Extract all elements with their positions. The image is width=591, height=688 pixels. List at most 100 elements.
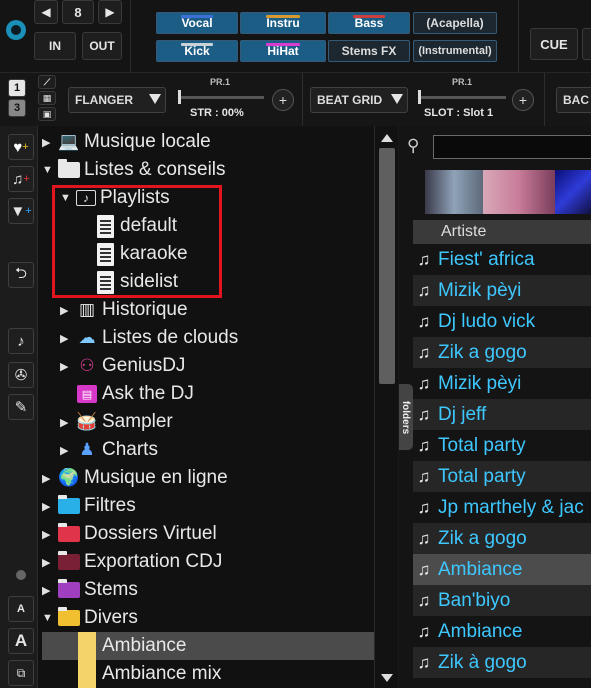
acapella-pad[interactable]: (Acapella) <box>413 12 497 34</box>
lock-icon[interactable]: ▣ <box>38 107 56 121</box>
window-icon[interactable]: ⧉ <box>8 660 34 686</box>
track-row[interactable]: ♫ Jp marthely & jac <box>413 492 591 523</box>
stem-vocal-pad[interactable]: Vocal <box>156 12 238 34</box>
stem-hihat-pad[interactable]: HiHat <box>240 40 326 62</box>
fx2-slider-thumb[interactable] <box>418 90 421 104</box>
eyedropper-icon[interactable]: ⟋ <box>38 75 56 89</box>
tree-item-listes-conseils[interactable]: ▼ Listes & conseils <box>42 156 226 184</box>
expand-arrow-icon[interactable]: ▶ <box>60 360 72 373</box>
tree-item-ask-the-dj[interactable]: ▤ Ask the DJ <box>60 380 194 408</box>
music-note-icon: ♫ <box>417 373 431 393</box>
fx2-select[interactable]: BEAT GRID <box>310 87 408 113</box>
fx3-select[interactable]: BAC <box>556 87 591 113</box>
font-large-icon[interactable]: A <box>8 628 34 654</box>
stems-fx-pad[interactable]: Stems FX <box>328 40 410 62</box>
scroll-thumb[interactable] <box>379 148 395 384</box>
stem-kick-pad[interactable]: Kick <box>156 40 238 62</box>
tree-item-filtres[interactable]: ▶ Filtres <box>42 492 136 520</box>
expand-arrow-icon[interactable]: ▶ <box>42 584 54 597</box>
expand-arrow-icon[interactable]: ▶ <box>42 472 54 485</box>
effects-row: 1 3 ⟋ ▦ ▣ FLANGER PR.1 STR : 00% + BEAT … <box>0 72 591 127</box>
tree-item-ambiance[interactable]: Ambiance <box>42 632 374 660</box>
loop-in-button[interactable]: IN <box>34 32 76 60</box>
tree-item-sampler[interactable]: ▶ 🥁 Sampler <box>60 408 173 436</box>
track-row[interactable]: ♫ Zik à gogo <box>413 647 591 678</box>
music-note-icon: ♫ <box>417 528 431 548</box>
loop-out-button[interactable]: OUT <box>82 32 122 60</box>
tree-scrollbar[interactable] <box>374 126 398 688</box>
deck-3-select[interactable]: 3 <box>8 99 26 117</box>
cover-thumbnail[interactable] <box>483 170 555 214</box>
prev-button[interactable]: ◀ <box>34 0 58 24</box>
track-row[interactable]: ♫ Dj jeff <box>413 399 591 430</box>
deck-edge-button[interactable] <box>582 28 591 60</box>
fx2-slider[interactable] <box>418 96 506 99</box>
tree-item-divers[interactable]: ▼ Divers <box>42 604 138 632</box>
tree-item-historique[interactable]: ▶ ▥ Historique <box>60 296 188 324</box>
fx1-slider-thumb[interactable] <box>178 90 181 104</box>
heart-plus-icon[interactable]: ♥ + <box>8 134 34 160</box>
stem-instru-pad[interactable]: Instru <box>240 12 326 34</box>
next-button[interactable]: ▶ <box>98 0 122 24</box>
filter-plus-icon[interactable]: ▼ + <box>8 198 34 224</box>
expand-arrow-icon[interactable]: ▶ <box>60 444 72 457</box>
stem-bass-pad[interactable]: Bass <box>328 12 410 34</box>
tree-item-charts[interactable]: ▶ ♟ Charts <box>60 436 158 464</box>
expand-arrow-icon[interactable]: ▶ <box>42 528 54 541</box>
track-row[interactable]: ♫ Mizik pèyi <box>413 275 591 306</box>
cover-thumbnail[interactable] <box>555 170 591 214</box>
track-row[interactable]: ♫ Zik a gogo <box>413 337 591 368</box>
cue-button[interactable]: CUE <box>530 28 578 60</box>
track-row[interactable]: ♫ Total party <box>413 461 591 492</box>
karaoke-plus-icon[interactable]: ♫ + <box>8 166 34 192</box>
font-small-icon[interactable]: A <box>8 596 34 622</box>
tree-item-ambiance-mix[interactable]: Ambiance mix <box>76 660 221 688</box>
eyedropper-icon[interactable]: ✎ <box>8 394 34 420</box>
expand-arrow-icon[interactable]: ▶ <box>60 304 72 317</box>
music-note-icon: ♫ <box>417 249 431 269</box>
search-icon[interactable]: ⚲ <box>407 136 419 156</box>
film-reel-icon[interactable]: ✇ <box>8 362 34 388</box>
folders-side-tab[interactable]: folders <box>399 384 413 450</box>
track-row-selected[interactable]: ♫ Ambiance <box>413 554 591 585</box>
tree-item-listes-de-clouds[interactable]: ▶ ☁ Listes de clouds <box>60 324 238 352</box>
expand-arrow-icon[interactable]: ▶ <box>42 500 54 513</box>
fx1-select[interactable]: FLANGER <box>68 87 166 113</box>
music-note-icon[interactable]: ♪ <box>8 328 34 354</box>
dot-icon[interactable] <box>16 570 26 580</box>
deck-1-select[interactable]: 1 <box>8 79 26 97</box>
tree-item-musique-en-ligne[interactable]: ▶ 🌍 Musique en ligne <box>42 464 228 492</box>
loop-counter[interactable]: 8 <box>62 0 94 24</box>
track-row[interactable]: ♫ Total party <box>413 430 591 461</box>
track-row[interactable]: ♫ Ban'biyo <box>413 585 591 616</box>
back-arrow-icon[interactable]: ⮌ <box>8 262 34 288</box>
cover-thumbnail[interactable] <box>425 170 483 214</box>
expand-arrow-icon[interactable]: ▶ <box>60 416 72 429</box>
expand-arrow-icon[interactable]: ▶ <box>42 136 54 149</box>
scroll-down-icon[interactable] <box>381 674 393 682</box>
expand-arrow-icon[interactable]: ▶ <box>60 332 72 345</box>
fx2-plus-button[interactable]: + <box>512 89 534 111</box>
grid-icon[interactable]: ▦ <box>38 91 56 105</box>
track-row[interactable]: ♫ Fiest' africa <box>413 244 591 275</box>
track-row[interactable]: ♫ Ambiance <box>413 616 591 647</box>
artist-column-header[interactable]: Artiste <box>413 220 591 244</box>
tree-item-dossiers-virtuel[interactable]: ▶ Dossiers Virtuel <box>42 520 217 548</box>
fx1-plus-button[interactable]: + <box>272 89 294 111</box>
scroll-up-icon[interactable] <box>381 134 393 142</box>
track-row[interactable]: ♫ Mizik pèyi <box>413 368 591 399</box>
fx2-param-title: PR.1 <box>452 77 473 87</box>
expand-arrow-icon[interactable]: ▶ <box>42 556 54 569</box>
track-row[interactable]: ♫ Dj ludo vick <box>413 306 591 337</box>
track-row[interactable]: ♫ Zik a gogo <box>413 523 591 554</box>
search-input[interactable] <box>433 135 591 159</box>
tree-item-musique-locale[interactable]: ▶ 💻 Musique locale <box>42 128 211 156</box>
tree-item-exportation-cdj[interactable]: ▶ Exportation CDJ <box>42 548 222 576</box>
tree-item-geniusdj[interactable]: ▶ ⚇ GeniusDJ <box>60 352 185 380</box>
cover-thumbnails[interactable] <box>425 170 591 214</box>
fx1-slider[interactable] <box>178 96 264 99</box>
instrumental-pad[interactable]: (Instrumental) <box>413 40 497 62</box>
collapse-arrow-icon[interactable]: ▼ <box>42 612 54 624</box>
tree-item-stems[interactable]: ▶ Stems <box>42 576 138 604</box>
collapse-arrow-icon[interactable]: ▼ <box>42 164 54 176</box>
